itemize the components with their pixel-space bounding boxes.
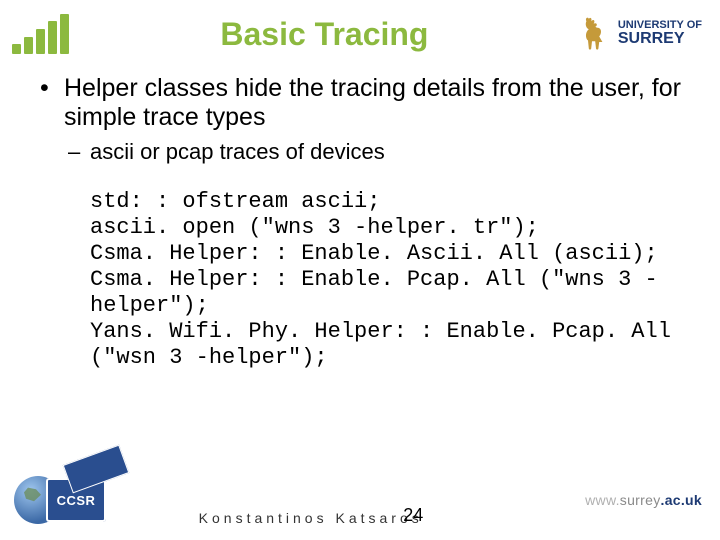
slide-title: Basic Tracing <box>81 16 568 53</box>
ccsr-text: CCSR <box>57 493 96 508</box>
url-tld: .ac.uk <box>661 492 703 508</box>
code-line: Yans. Wifi. Phy. Helper: : Enable. Pcap.… <box>90 319 686 371</box>
slide-footer: CCSR Konstantinos Katsaros 24 www.surrey… <box>0 464 720 540</box>
page-number: 24 <box>403 505 423 526</box>
bullet-main-text: Helper classes hide the tracing details … <box>64 74 681 131</box>
bullet-main: Helper classes hide the tracing details … <box>34 74 686 371</box>
signal-bars-icon <box>12 14 69 54</box>
bullet-sub: ascii or pcap traces of devices <box>64 138 686 166</box>
url-www: www. <box>585 492 620 508</box>
university-name-line2: SURREY <box>618 31 702 48</box>
stag-icon <box>580 16 612 52</box>
code-line: Csma. Helper: : Enable. Pcap. All ("wns … <box>90 267 686 319</box>
university-logo: UNIVERSITY OF SURREY <box>580 16 702 52</box>
ccsr-logo: CCSR <box>14 476 106 524</box>
code-line: std: : ofstream ascii; <box>90 189 686 215</box>
url-domain: surrey <box>620 492 661 508</box>
code-block: std: : ofstream ascii; ascii. open ("wns… <box>90 189 686 371</box>
author-name: Konstantinos Katsaros <box>199 510 423 526</box>
code-line: ascii. open ("wns 3 -helper. tr"); <box>90 215 686 241</box>
ribbon-icon <box>63 445 130 494</box>
slide-content: Helper classes hide the tracing details … <box>0 60 720 371</box>
code-line: Csma. Helper: : Enable. Ascii. All (asci… <box>90 241 686 267</box>
university-url: www.surrey.ac.uk <box>585 492 702 508</box>
ccsr-badge: CCSR <box>46 478 106 522</box>
slide-header: Basic Tracing UNIVERSITY OF SURREY <box>0 0 720 60</box>
